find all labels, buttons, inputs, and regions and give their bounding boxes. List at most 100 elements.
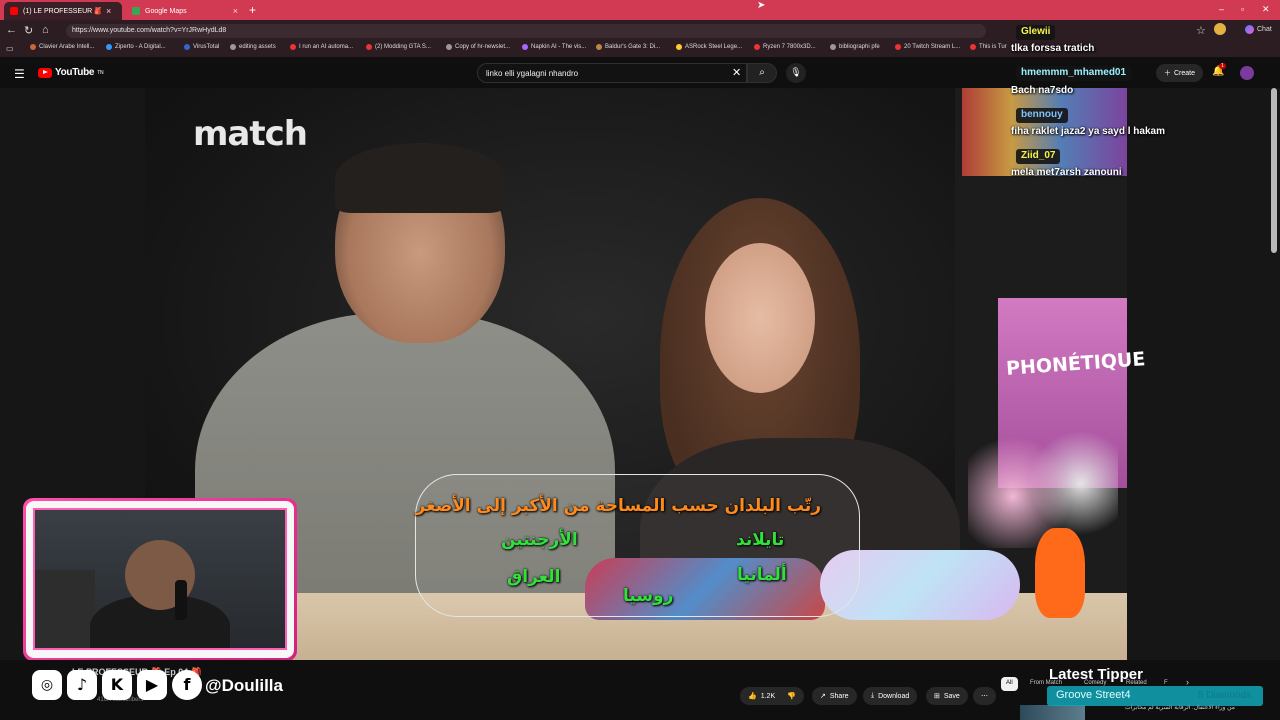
page-scrollbar[interactable] [1271, 88, 1277, 253]
youtube-favicon-icon [10, 7, 18, 15]
like-button[interactable]: 👍 1.2K 👎 [740, 687, 804, 705]
voice-search-button[interactable]: 🎙 [786, 63, 806, 83]
maps-favicon-icon [132, 7, 140, 15]
tab-google-maps[interactable]: Google Maps × [126, 2, 244, 20]
instagram-icon: ◎ [32, 670, 62, 700]
notification-badge: 1 [1219, 63, 1226, 69]
share-button[interactable]: ↗ Share [812, 687, 857, 705]
chat-username: Ziid_07 [1016, 149, 1061, 164]
new-tab-icon[interactable]: + [249, 3, 256, 17]
bookmark-item[interactable]: editing assets [230, 44, 276, 50]
tab-label: (1) LE PROFESSEUR 🎒 Ep 04 [23, 8, 101, 15]
download-icon: ⤓ [871, 692, 875, 699]
bookmark-item[interactable]: Napkin AI - The vis... [522, 44, 586, 50]
bookmark-item[interactable]: 20 Twitch Stream L... [895, 44, 960, 50]
maximize-icon[interactable]: ▫ [1241, 4, 1244, 14]
download-button[interactable]: ⤓ Download [863, 687, 918, 705]
window-close-icon[interactable]: ✕ [1262, 4, 1270, 15]
tiktok-icon: ♪ [67, 670, 97, 700]
notifications-button[interactable]: 🔔 1 [1212, 63, 1226, 77]
search-button[interactable]: ⌕ [747, 63, 777, 83]
bookmark-item[interactable]: This is Tur [970, 44, 1007, 50]
chat-message: Bach na7sdo [1011, 85, 1074, 96]
chat-message: fiha raklet jaza2 ya sayd l hakam [1011, 126, 1165, 137]
plus-icon: ＋ [1164, 70, 1171, 77]
chat-label: Chat [1257, 26, 1272, 33]
tab-youtube[interactable]: (1) LE PROFESSEUR 🎒 Ep 04 × [4, 2, 122, 20]
home-icon[interactable]: ⌂ [42, 24, 49, 36]
minimize-icon[interactable]: – [1219, 4, 1224, 14]
close-tab-icon[interactable]: × [106, 6, 111, 16]
more-icon: ⋯ [981, 693, 988, 700]
latest-tipper-label: Latest Tipper [1049, 666, 1143, 683]
microphone-icon: 🎙 [790, 67, 802, 77]
bookmark-item[interactable]: I run an AI automa... [290, 44, 353, 50]
chat-username: Glewii [1016, 25, 1056, 40]
chat-button[interactable]: Chat [1245, 25, 1272, 34]
mouse-cursor-icon: ➤ [757, 0, 766, 11]
bookmark-item[interactable]: Baldur's Gate 3: Di... [596, 44, 660, 50]
apps-icon[interactable]: ▭ [6, 44, 14, 53]
kick-icon: K [102, 670, 132, 700]
social-icons: ◎ ♪ K ▶ f [32, 670, 202, 700]
search-icon: ⌕ [759, 67, 765, 78]
bookmark-item[interactable]: VirusTotal [184, 44, 219, 50]
toys [968, 418, 1118, 548]
social-handle: @Doulilla [205, 676, 283, 695]
back-icon[interactable]: ← [6, 24, 17, 36]
share-label: Share [829, 692, 849, 700]
close-tab-icon[interactable]: × [233, 6, 238, 16]
quiz-option: تايلاند [736, 530, 785, 550]
thumbs-down-icon[interactable]: 👎 [787, 692, 796, 700]
microphone [175, 580, 187, 620]
chat-username: bennouy [1016, 108, 1068, 123]
tab-label: Google Maps [145, 7, 187, 15]
clear-search-icon[interactable]: ✕ [732, 66, 741, 79]
youtube-icon: ▶ [137, 670, 167, 700]
youtube-logo[interactable]: YouTube TN [38, 67, 104, 78]
webcam-feed [33, 508, 287, 650]
chip-all[interactable]: All [1001, 677, 1018, 691]
menu-icon[interactable]: ☰ [14, 67, 25, 81]
tipper-name: Groove Street4 [1056, 689, 1131, 701]
profile-icon[interactable] [1214, 23, 1226, 35]
youtube-play-icon [38, 67, 52, 78]
bookmark-item[interactable]: Clavier Arabe Intell... [30, 44, 94, 50]
webcam-frame [23, 498, 297, 661]
chat-username: hmemmm_mhamed01 [1016, 66, 1132, 81]
create-label: Create [1174, 69, 1196, 77]
create-button[interactable]: ＋ Create [1156, 64, 1204, 82]
share-icon: ↗ [820, 693, 826, 700]
quiz-option: العراق [507, 567, 561, 587]
quiz-question: رتّب البلدان حسب المساحة من الأكبر إلى ا… [415, 496, 821, 516]
thumbs-up-icon: 👍 [748, 693, 757, 700]
reload-icon[interactable]: ↻ [24, 24, 33, 37]
quiz-option: ألمانيا [737, 565, 787, 585]
bookmark-item[interactable]: Ziperto - A Digital... [106, 44, 166, 50]
chat-message: mela met7arsh zanouni [1011, 167, 1122, 178]
like-count: 1.2K [760, 692, 776, 700]
save-button[interactable]: ⊞ Save [926, 687, 968, 705]
bookmark-item[interactable]: bibliographi pfe [830, 44, 880, 50]
bookmark-item[interactable]: ASRock Steel Lege... [676, 44, 742, 50]
bookmark-star-icon[interactable]: ☆ [1196, 24, 1206, 37]
youtube-logo-text: YouTube [55, 67, 95, 78]
search-input[interactable]: linko elli ygalagni nhandro [477, 63, 747, 83]
url-input[interactable]: https://www.youtube.com/watch?v=YrJRwHyd… [66, 24, 986, 38]
quiz-option: الأرجنتين [501, 530, 578, 550]
bookmark-item[interactable]: (2) Modding GTA S... [366, 44, 431, 50]
save-label: Save [943, 692, 960, 700]
up-next-thumbnail[interactable] [1020, 705, 1085, 720]
country-code: TN [97, 69, 104, 76]
account-avatar[interactable] [1240, 66, 1254, 80]
facebook-icon: f [172, 670, 202, 700]
bookmark-item[interactable]: Ryzen 7 7800x3D... [754, 44, 816, 50]
orange-toy [1035, 528, 1085, 618]
chat-message: tlka forssa tratich [1011, 43, 1095, 54]
quiz-option: روسيا [623, 586, 674, 606]
save-icon: ⊞ [934, 693, 940, 700]
more-actions-button[interactable]: ⋯ [973, 687, 996, 705]
bookmark-item[interactable]: Copy of hr-newslet... [446, 44, 510, 50]
download-label: Download [878, 692, 910, 700]
copilot-icon [1245, 25, 1254, 34]
